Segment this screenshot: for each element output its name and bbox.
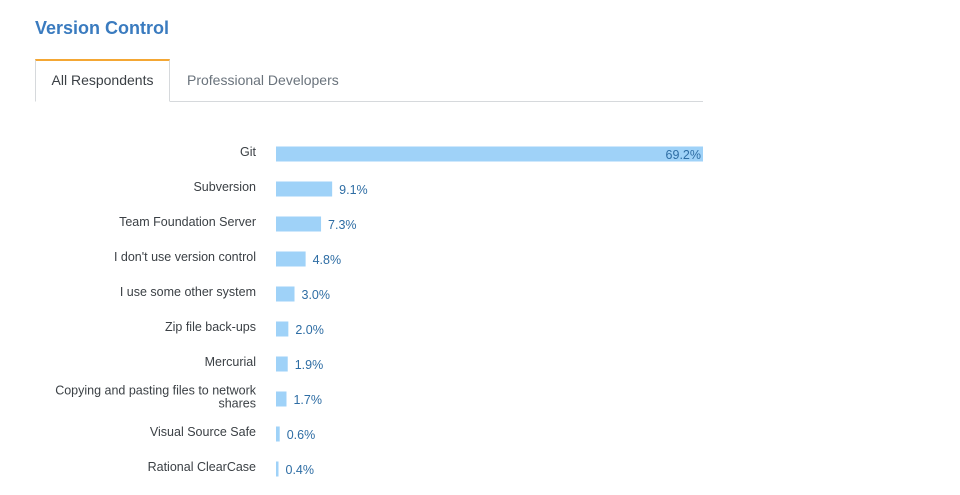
category-label: Visual Source Safe [150, 425, 256, 439]
value-label: 0.6% [287, 428, 316, 442]
value-label: 0.4% [286, 463, 315, 477]
page: Version Control All Respondents Professi… [0, 0, 960, 495]
bar [276, 356, 288, 372]
category-label: Copying and pasting files to network shar… [55, 384, 257, 411]
category-label: Mercurial [205, 355, 256, 369]
category-label: Git [240, 145, 257, 159]
category-label: I use some other system [120, 285, 256, 299]
value-label: 3.0% [302, 288, 331, 302]
value-label: 2.0% [295, 323, 324, 337]
value-label: 7.3% [328, 218, 357, 232]
value-label: 4.8% [313, 253, 342, 267]
category-label: Rational ClearCase [148, 460, 256, 474]
value-label: 1.7% [293, 393, 322, 407]
category-label: Team Foundation Server [119, 215, 256, 229]
bar [276, 461, 279, 477]
category-label: Subversion [193, 180, 256, 194]
bar [276, 181, 333, 197]
bar [276, 286, 295, 302]
bar [276, 146, 703, 162]
value-label: 1.9% [295, 358, 324, 372]
bar-chart: Git 69.2% Subversion 9.1% Team Foundation Se… [55, 145, 703, 477]
category-label: Zip file back-ups [165, 320, 256, 334]
category-label: I don't use version control [114, 250, 256, 264]
bar [276, 251, 306, 267]
value-label: 69.2% [666, 148, 701, 162]
value-label: 9.1% [339, 183, 368, 197]
bar [276, 216, 322, 232]
bar [276, 391, 287, 407]
bar [276, 321, 289, 337]
bar [276, 426, 280, 442]
